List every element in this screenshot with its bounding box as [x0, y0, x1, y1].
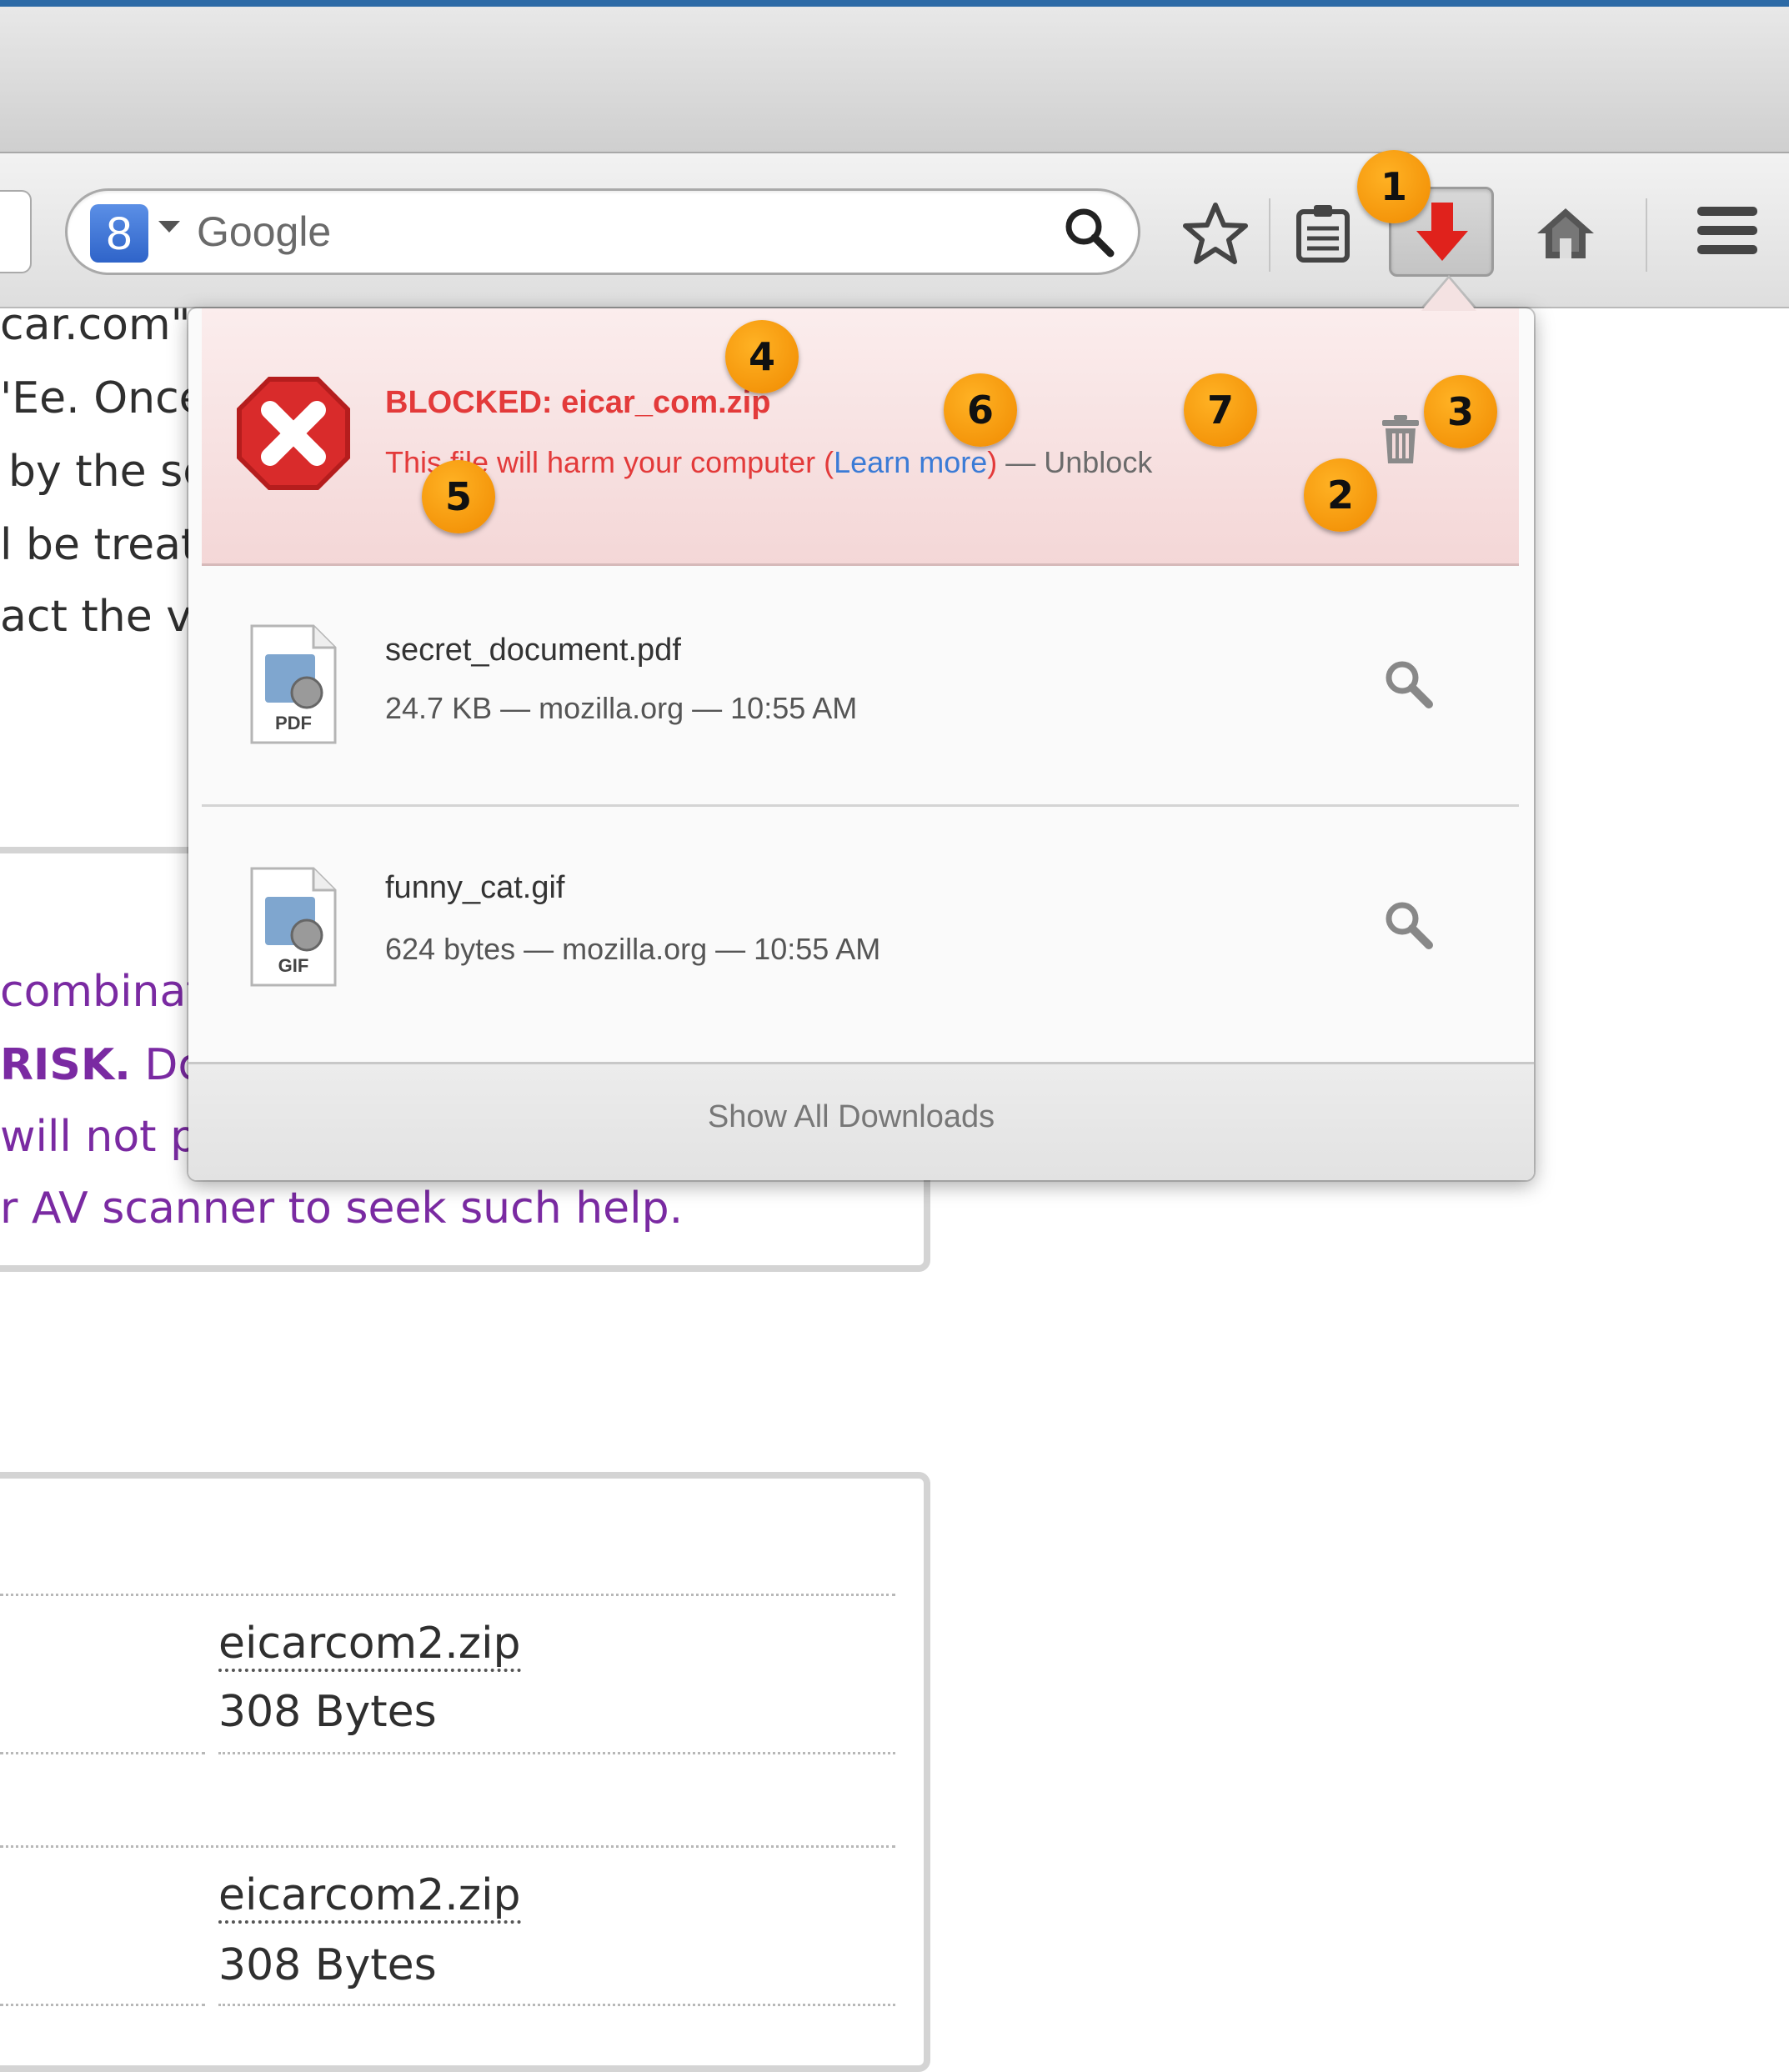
page-text-line: 'Ee. Once — [0, 373, 206, 423]
home-icon[interactable] — [1534, 205, 1597, 262]
google-engine-icon[interactable]: 8 — [90, 204, 148, 263]
table-divider — [218, 2004, 895, 2006]
bookmark-star-icon[interactable] — [1182, 200, 1249, 267]
blocked-download-item[interactable]: BLOCKED: eicar_com.zip This file will ha… — [202, 308, 1519, 566]
blocked-warning: This file will harm your computer (Learn… — [385, 445, 1152, 480]
table-divider — [0, 1594, 895, 1596]
file-link-name[interactable]: eicarcom2.zip — [218, 1619, 521, 1672]
pdf-file-type-label: PDF — [275, 713, 312, 733]
page-warning-line: will not p — [0, 1112, 198, 1162]
show-in-folder-icon[interactable] — [1382, 898, 1434, 950]
page-text-line: l be treat — [0, 520, 198, 570]
blocked-stop-icon — [237, 377, 350, 490]
toolbar-separator — [1646, 198, 1647, 272]
trash-icon[interactable] — [1379, 413, 1422, 465]
show-in-folder-icon[interactable] — [1382, 658, 1434, 709]
toolbar-separator — [1269, 198, 1270, 272]
callout-badge: 6 — [944, 373, 1017, 447]
table-divider — [218, 1752, 895, 1754]
gif-file-icon: GIF — [250, 867, 337, 987]
page-text-line: act the vi — [0, 592, 204, 642]
download-status: 24.7 KB — mozilla.org — 10:55 AM — [385, 691, 858, 725]
page-text-line: car.com". — [0, 300, 205, 350]
pdf-file-icon: PDF — [250, 624, 337, 744]
callout-badge: 4 — [725, 320, 799, 393]
file-link[interactable]: eicarcom2.zip — [218, 1619, 521, 1672]
callout-badge: 1 — [1357, 150, 1431, 223]
gif-file-type-label: GIF — [278, 955, 309, 976]
reading-list-icon[interactable] — [1292, 202, 1354, 263]
table-divider — [0, 2004, 205, 2006]
page-warning-line: combinat — [0, 967, 203, 1017]
table-divider — [0, 1845, 895, 1848]
learn-more-link[interactable]: Learn more — [834, 445, 987, 479]
blocked-warning-close: ) — [987, 445, 998, 479]
page-warning-line: RISK. Dc — [0, 1040, 202, 1090]
blocked-file-name: BLOCKED: eicar_com.zip — [385, 385, 771, 420]
show-all-downloads-label: Show All Downloads — [707, 1099, 995, 1134]
engine-dropdown-caret-icon[interactable] — [158, 221, 180, 233]
hamburger-menu-icon[interactable] — [1696, 205, 1759, 257]
file-link-name[interactable]: eicarcom2.zip — [218, 1870, 521, 1924]
table-divider — [0, 1752, 205, 1754]
url-bar[interactable] — [0, 190, 32, 273]
panel-arrow-fill — [1421, 278, 1476, 311]
download-item[interactable]: PDF secret_document.pdf 24.7 KB — mozill… — [202, 566, 1519, 807]
file-size: 308 Bytes — [218, 1940, 437, 1990]
callout-badge: 5 — [422, 460, 495, 533]
page-text-line: by the sc — [8, 447, 207, 497]
page-download-table — [0, 1472, 930, 2072]
download-file-name: secret_document.pdf — [385, 633, 681, 668]
window-top-border — [0, 0, 1789, 7]
downloads-panel: BLOCKED: eicar_com.zip This file will ha… — [188, 308, 1534, 1180]
download-file-name: funny_cat.gif — [385, 870, 565, 905]
callout-badge: 3 — [1424, 375, 1497, 448]
file-link[interactable]: eicarcom2.zip — [218, 1870, 521, 1924]
show-all-downloads-button[interactable]: Show All Downloads — [188, 1062, 1534, 1180]
page-warning-line: r AV scanner to seek such help. — [0, 1184, 684, 1234]
callout-badge: 7 — [1184, 373, 1257, 447]
file-size: 308 Bytes — [218, 1687, 437, 1737]
status-separator: — — [997, 445, 1045, 479]
download-item[interactable]: GIF funny_cat.gif 624 bytes — mozilla.or… — [202, 807, 1519, 1057]
search-input[interactable] — [197, 205, 864, 258]
page-warning-bold: RISK. — [0, 1040, 131, 1090]
title-bar — [0, 7, 1789, 153]
callout-badge: 2 — [1304, 458, 1377, 532]
magnifier-icon[interactable] — [1062, 205, 1115, 258]
unblock-button[interactable]: Unblock — [1044, 445, 1152, 479]
download-status: 624 bytes — mozilla.org — 10:55 AM — [385, 932, 881, 966]
